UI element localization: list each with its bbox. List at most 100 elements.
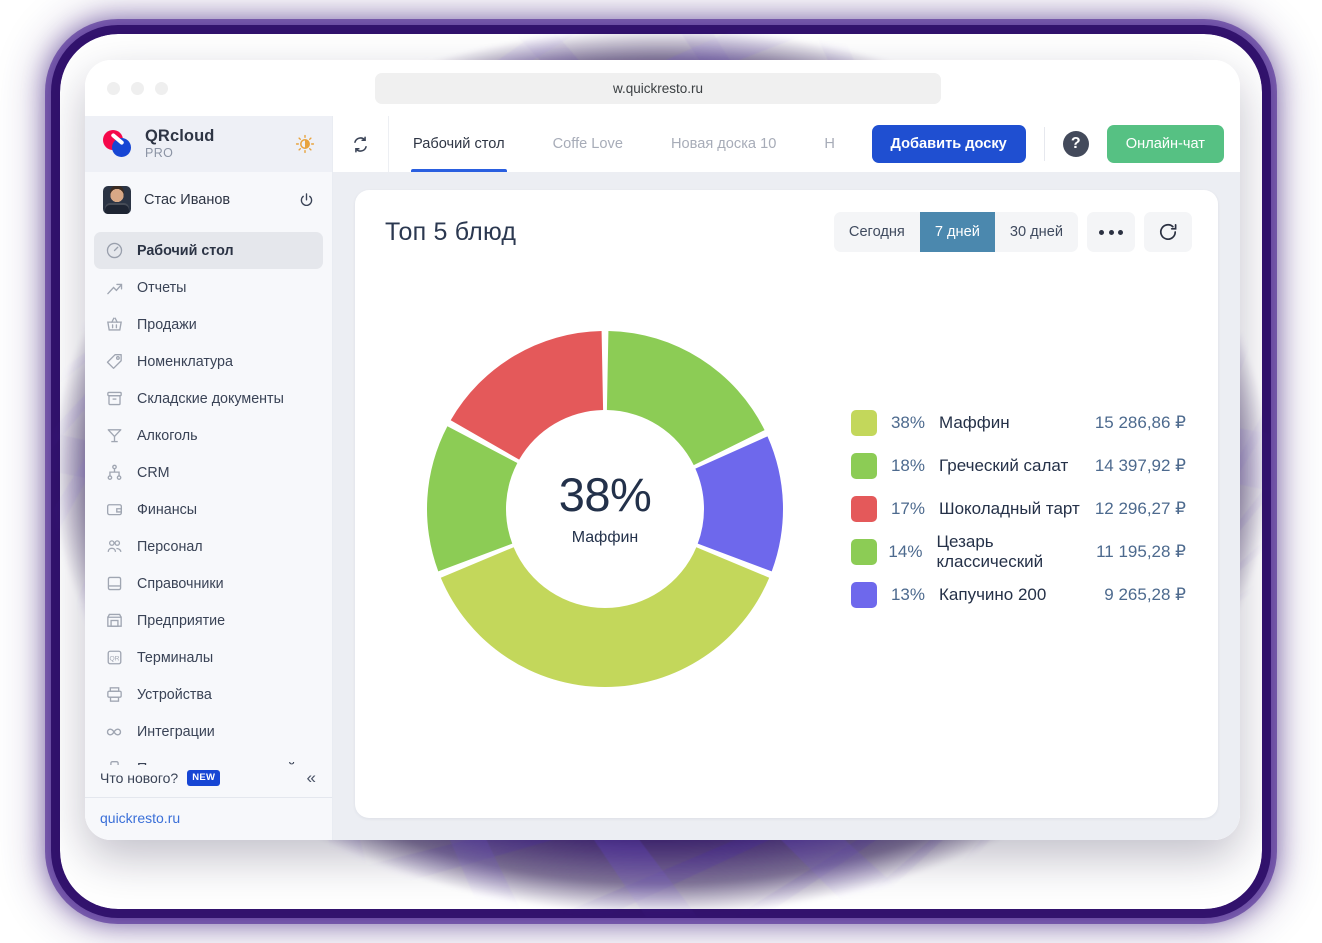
content-area: Топ 5 блюд Сегодня 7 дней 30 дней: [333, 172, 1240, 840]
sidebar-item-label: Персонал: [137, 539, 203, 555]
sidebar-item-personnel[interactable]: Персонал: [94, 528, 323, 565]
sidebar-item-nomenclature[interactable]: Номенклатура: [94, 343, 323, 380]
tab-dashboard[interactable]: Рабочий стол: [389, 116, 529, 172]
sidebar-item-crm[interactable]: CRM: [94, 454, 323, 491]
tab-new-board-10[interactable]: Новая доска 10: [647, 116, 800, 172]
help-icon[interactable]: ?: [1063, 131, 1089, 157]
sidebar-item-sales[interactable]: Продажи: [94, 306, 323, 343]
whats-new-label: Что нового?: [100, 770, 178, 786]
collapse-sidebar-icon[interactable]: «: [307, 769, 316, 786]
tab-coffe-love[interactable]: Coffe Love: [529, 116, 647, 172]
sidebar-item-devices[interactable]: Устройства: [94, 676, 323, 713]
maximize-window-button[interactable]: [155, 82, 168, 95]
card-controls: Сегодня 7 дней 30 дней: [834, 212, 1192, 252]
legend-row[interactable]: 38% Маффин 15 286,86 ₽: [851, 402, 1186, 445]
legend-label: Шоколадный тарт: [939, 499, 1080, 519]
period-7-days[interactable]: 7 дней: [920, 212, 995, 252]
legend-row[interactable]: 13% Капучино 200 9 265,28 ₽: [851, 574, 1186, 617]
sync-button[interactable]: [333, 116, 389, 172]
more-options-button[interactable]: [1087, 212, 1135, 252]
window-traffic-lights: [107, 82, 168, 95]
logout-power-icon[interactable]: [296, 190, 316, 210]
screenshot-stage: w.quickresto.ru QRcloud PRO: [0, 0, 1322, 943]
legend-label: Цезарь классический: [936, 532, 1096, 572]
sidebar-item-label: CRM: [137, 465, 170, 481]
add-board-button[interactable]: Добавить доску: [872, 125, 1026, 163]
legend-row[interactable]: 18% Греческий салат 14 397,92 ₽: [851, 445, 1186, 488]
basket-icon: [104, 315, 124, 335]
donut-slice[interactable]: [607, 331, 765, 465]
legend-label: Капучино 200: [939, 585, 1046, 605]
brand-name: QRcloud: [145, 128, 214, 145]
svg-text:QR: QR: [109, 655, 119, 662]
legend-row[interactable]: 14% Цезарь классический 11 195,28 ₽: [851, 531, 1186, 574]
brand-plan: PRO: [145, 147, 214, 160]
sidebar-item-label: Отчеты: [137, 280, 186, 296]
chart-container: 38% Маффин 38% Маффин 15 286,86 ₽: [385, 252, 1192, 800]
sidebar-item-label: Устройства: [137, 687, 212, 703]
period-today[interactable]: Сегодня: [834, 212, 920, 252]
sidebar-footer: Что нового? NEW « quickresto.ru: [85, 765, 332, 840]
people-icon: [104, 537, 124, 557]
avatar: [103, 186, 131, 214]
close-window-button[interactable]: [107, 82, 120, 95]
legend-percent: 17%: [877, 499, 939, 519]
sidebar-item-label: Продажи: [137, 317, 197, 333]
refresh-card-button[interactable]: [1144, 212, 1192, 252]
top-bar-actions: Добавить доску ? Онлайн-чат: [872, 116, 1240, 172]
tab-overflow[interactable]: Но: [800, 116, 834, 172]
legend-swatch: [851, 539, 877, 565]
user-row[interactable]: Стас Иванов: [85, 172, 332, 228]
legend-amount: 14 397,92 ₽: [1095, 456, 1186, 476]
legend-amount: 9 265,28 ₽: [1104, 585, 1186, 605]
sidebar-item-terminals[interactable]: QR Терминалы: [94, 639, 323, 676]
minimize-window-button[interactable]: [131, 82, 144, 95]
tab-label: Coffe Love: [553, 136, 623, 152]
legend-swatch: [851, 453, 877, 479]
sidebar-item-dashboard[interactable]: Рабочий стол: [94, 232, 323, 269]
qrcloud-logo-icon: [103, 130, 133, 158]
sidebar-item-warehouse-docs[interactable]: Складские документы: [94, 380, 323, 417]
chart-arrow-icon: [104, 278, 124, 298]
top-dishes-card: Топ 5 блюд Сегодня 7 дней 30 дней: [355, 190, 1218, 818]
site-link[interactable]: quickresto.ru: [85, 798, 332, 840]
legend-percent: 13%: [877, 585, 939, 605]
main-area: Рабочий стол Coffe Love Новая доска 10 Н…: [333, 116, 1240, 840]
sidebar-item-label: Алкоголь: [137, 428, 198, 444]
sidebar-item-label: Предприятие: [137, 613, 225, 629]
toolbar-divider: [1044, 127, 1045, 161]
sidebar-item-reports[interactable]: Отчеты: [94, 269, 323, 306]
qr-icon: QR: [104, 648, 124, 668]
page-title: Топ 5 блюд: [385, 218, 516, 247]
sidebar-item-label: Финансы: [137, 502, 197, 518]
legend-percent: 14%: [877, 542, 936, 562]
legend-percent: 38%: [877, 413, 939, 433]
brightness-toggle-icon[interactable]: [294, 133, 316, 155]
period-selector: Сегодня 7 дней 30 дней: [834, 212, 1078, 252]
sidebar-item-directories[interactable]: Справочники: [94, 565, 323, 602]
whats-new-row[interactable]: Что нового? NEW «: [85, 765, 332, 797]
sidebar-item-label: Складские документы: [137, 391, 284, 407]
address-bar[interactable]: w.quickresto.ru: [375, 73, 941, 104]
donut-chart: 38% Маффин: [385, 329, 825, 689]
tab-label: Рабочий стол: [413, 136, 505, 152]
sidebar-item-alcohol[interactable]: Алкоголь: [94, 417, 323, 454]
sidebar-item-integrations[interactable]: Интеграции: [94, 713, 323, 750]
sidebar-item-finance[interactable]: Финансы: [94, 491, 323, 528]
wallet-icon: [104, 500, 124, 520]
sidebar-item-label: Интеграции: [137, 724, 215, 740]
sidebar-item-enterprise[interactable]: Предприятие: [94, 602, 323, 639]
legend-amount: 12 296,27 ₽: [1095, 499, 1186, 519]
printer-icon: [104, 685, 124, 705]
cocktail-icon: [104, 426, 124, 446]
dashboard-icon: [104, 241, 124, 261]
online-chat-button[interactable]: Онлайн-чат: [1107, 125, 1224, 163]
legend-row[interactable]: 17% Шоколадный тарт 12 296,27 ₽: [851, 488, 1186, 531]
sidebar-item-label: Рабочий стол: [137, 243, 234, 259]
period-30-days[interactable]: 30 дней: [995, 212, 1078, 252]
donut-slice[interactable]: [441, 547, 769, 687]
box-icon: [104, 389, 124, 409]
donut-chart-svg: [425, 329, 785, 689]
brand-text: QRcloud PRO: [145, 128, 214, 160]
sidebar-menu: Рабочий стол Отчеты: [85, 228, 332, 840]
